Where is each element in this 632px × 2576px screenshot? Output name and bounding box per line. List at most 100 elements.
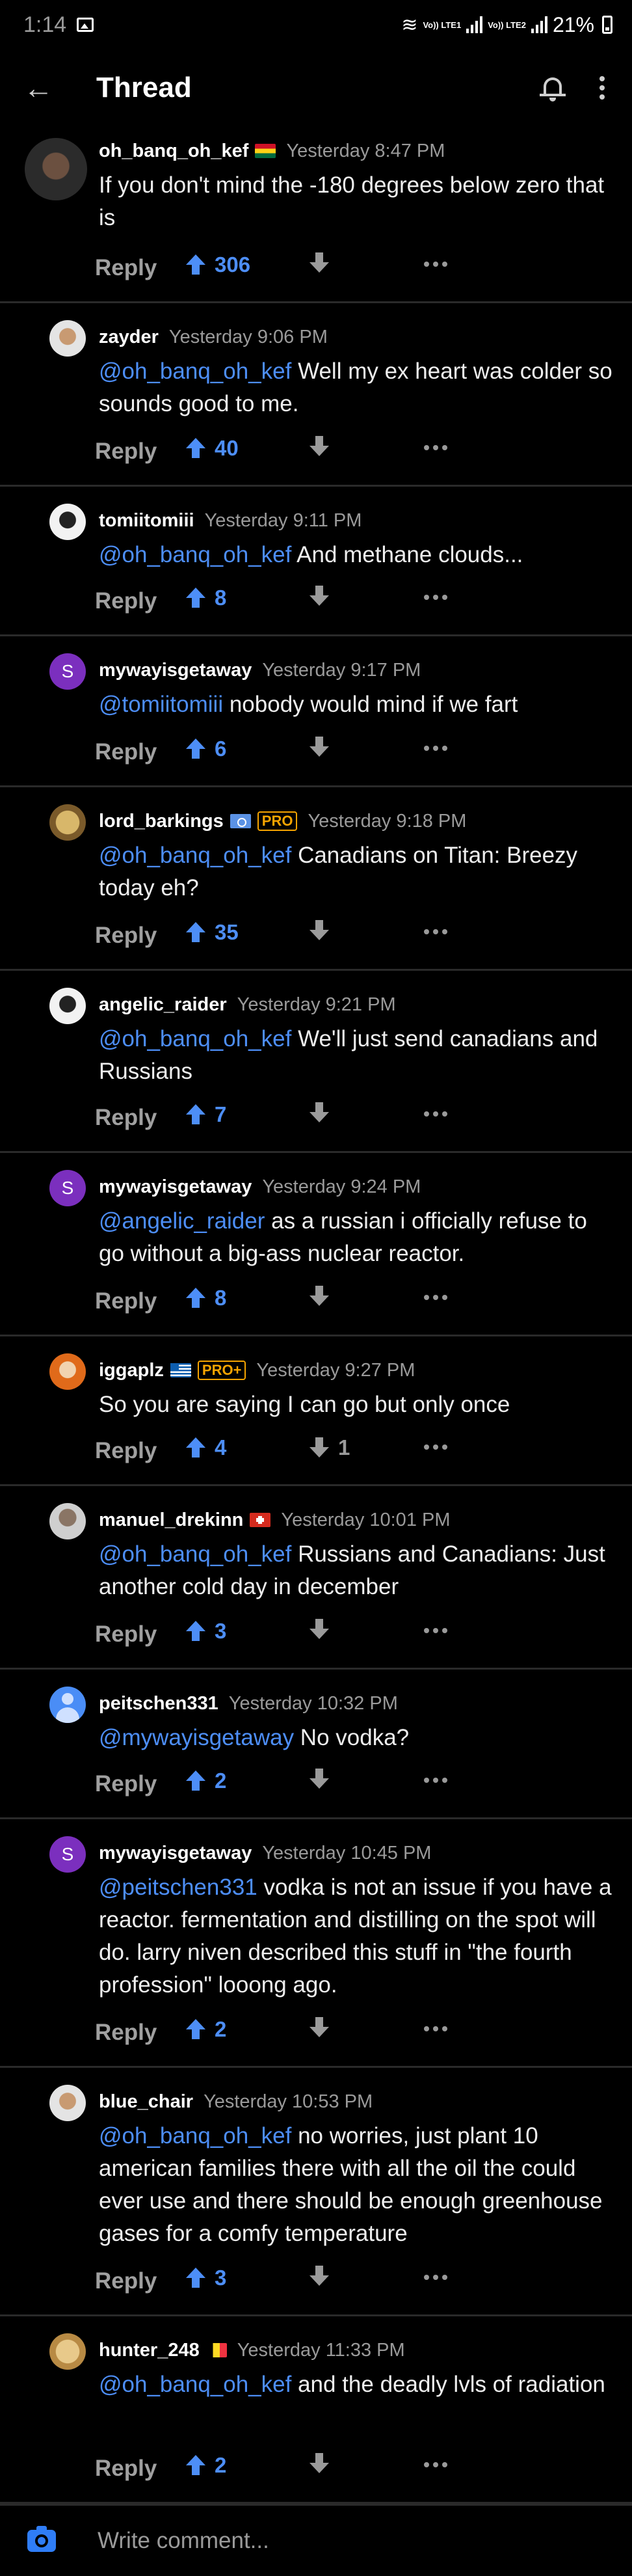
downvote-button[interactable] bbox=[309, 2017, 329, 2038]
upvote-button[interactable]: 35 bbox=[186, 920, 239, 945]
camera-icon[interactable] bbox=[27, 2526, 56, 2552]
mention-link[interactable]: @oh_banq_oh_kef bbox=[99, 359, 291, 384]
username[interactable]: oh_banq_oh_kef bbox=[99, 141, 248, 162]
username[interactable]: manuel_drekinn bbox=[99, 1510, 243, 1531]
reply-button[interactable]: Reply bbox=[95, 923, 157, 949]
downvote-button[interactable] bbox=[309, 1102, 329, 1123]
avatar[interactable] bbox=[25, 138, 87, 200]
upvote-button[interactable]: 2 bbox=[186, 2017, 226, 2042]
reply-button[interactable]: Reply bbox=[95, 2456, 157, 2482]
upvote-button[interactable]: 6 bbox=[186, 737, 226, 761]
more-options-icon[interactable] bbox=[424, 1628, 447, 1633]
avatar[interactable] bbox=[49, 320, 86, 357]
reply-button[interactable]: Reply bbox=[95, 1621, 157, 1647]
mention-link[interactable]: @oh_banq_oh_kef bbox=[99, 542, 291, 567]
username[interactable]: mywayisgetaway bbox=[99, 1176, 252, 1198]
upvote-button[interactable]: 3 bbox=[186, 2266, 226, 2290]
reply-button[interactable]: Reply bbox=[95, 2020, 157, 2046]
username[interactable]: mywayisgetaway bbox=[99, 660, 252, 681]
username[interactable]: lord_barkings bbox=[99, 811, 224, 832]
mention-link[interactable]: @oh_banq_oh_kef bbox=[99, 2123, 291, 2149]
more-options-icon[interactable] bbox=[424, 746, 447, 751]
avatar[interactable] bbox=[49, 2333, 86, 2370]
back-arrow-icon[interactable]: ← bbox=[23, 70, 62, 105]
more-options-icon[interactable] bbox=[424, 2462, 447, 2467]
upvote-button[interactable]: 4 bbox=[186, 1435, 226, 1460]
avatar[interactable]: S bbox=[49, 653, 86, 690]
avatar[interactable] bbox=[49, 1353, 86, 1390]
avatar[interactable] bbox=[49, 804, 86, 841]
reply-button[interactable]: Reply bbox=[95, 1438, 157, 1464]
avatar[interactable] bbox=[49, 988, 86, 1024]
upvote-count: 6 bbox=[215, 737, 227, 761]
mention-link[interactable]: @mywayisgetaway bbox=[99, 1725, 294, 1750]
downvote-button[interactable] bbox=[309, 737, 329, 757]
reply-button[interactable]: Reply bbox=[95, 739, 157, 765]
more-options-icon[interactable] bbox=[424, 262, 447, 267]
downvote-button[interactable] bbox=[309, 920, 329, 941]
username[interactable]: zayder bbox=[99, 327, 159, 348]
more-options-icon[interactable] bbox=[596, 76, 609, 100]
downvote-button[interactable] bbox=[309, 1769, 329, 1789]
reply-button[interactable]: Reply bbox=[95, 2268, 157, 2294]
comment-header: angelic_raider Yesterday 9:21 PM bbox=[99, 992, 396, 1018]
mention-link[interactable]: @peitschen331 bbox=[99, 1875, 257, 1900]
username[interactable]: blue_chair bbox=[99, 2091, 193, 2113]
bell-icon[interactable] bbox=[538, 74, 567, 102]
downvote-button[interactable]: 1 bbox=[309, 1435, 350, 1460]
comment-input[interactable]: Write comment... bbox=[98, 2528, 269, 2554]
more-options-icon[interactable] bbox=[424, 1111, 447, 1117]
downvote-button[interactable] bbox=[309, 1619, 329, 1640]
reply-button[interactable]: Reply bbox=[95, 255, 157, 281]
downvote-button[interactable] bbox=[309, 252, 329, 273]
mention-link[interactable]: @angelic_raider bbox=[99, 1208, 265, 1234]
more-options-icon[interactable] bbox=[424, 2275, 447, 2280]
upvote-button[interactable]: 3 bbox=[186, 1619, 226, 1644]
mention-link[interactable]: @oh_banq_oh_kef bbox=[99, 1541, 291, 1567]
comment-text: @oh_banq_oh_kef and the deadly lvls of r… bbox=[99, 2368, 612, 2401]
downvote-button[interactable] bbox=[309, 1286, 329, 1307]
username[interactable]: hunter_248 bbox=[99, 2340, 200, 2361]
comment-composer[interactable]: Write comment... bbox=[0, 2504, 632, 2576]
mention-link[interactable]: @tomiitomiii bbox=[99, 692, 223, 717]
upvote-button[interactable]: 7 bbox=[186, 1102, 226, 1127]
avatar[interactable]: S bbox=[49, 1170, 86, 1206]
comment-header: mywayisgetaway Yesterday 9:17 PM bbox=[99, 657, 421, 683]
more-options-icon[interactable] bbox=[424, 595, 447, 600]
reply-button[interactable]: Reply bbox=[95, 1771, 157, 1797]
username[interactable]: mywayisgetaway bbox=[99, 1843, 252, 1864]
downvote-button[interactable] bbox=[309, 586, 329, 606]
timestamp: Yesterday 9:21 PM bbox=[237, 994, 396, 1015]
mention-link[interactable]: @oh_banq_oh_kef bbox=[99, 2372, 291, 2397]
avatar[interactable] bbox=[49, 2085, 86, 2121]
upvote-button[interactable]: 8 bbox=[186, 1286, 226, 1310]
more-options-icon[interactable] bbox=[424, 929, 447, 934]
mention-link[interactable]: @oh_banq_oh_kef bbox=[99, 1026, 291, 1051]
more-options-icon[interactable] bbox=[424, 445, 447, 450]
more-options-icon[interactable] bbox=[424, 1295, 447, 1300]
username[interactable]: angelic_raider bbox=[99, 994, 227, 1016]
username[interactable]: iggaplz bbox=[99, 1360, 164, 1381]
username[interactable]: tomiitomiii bbox=[99, 510, 194, 532]
avatar[interactable] bbox=[49, 1687, 86, 1723]
username[interactable]: peitschen331 bbox=[99, 1693, 218, 1715]
upvote-button[interactable]: 2 bbox=[186, 2453, 226, 2478]
upvote-button[interactable]: 40 bbox=[186, 436, 239, 461]
upvote-button[interactable]: 8 bbox=[186, 586, 226, 610]
reply-button[interactable]: Reply bbox=[95, 439, 157, 465]
downvote-button[interactable] bbox=[309, 2453, 329, 2474]
downvote-button[interactable] bbox=[309, 436, 329, 457]
more-options-icon[interactable] bbox=[424, 1778, 447, 1783]
upvote-button[interactable]: 306 bbox=[186, 252, 250, 277]
more-options-icon[interactable] bbox=[424, 1444, 447, 1450]
avatar[interactable] bbox=[49, 1503, 86, 1539]
reply-button[interactable]: Reply bbox=[95, 1288, 157, 1314]
reply-button[interactable]: Reply bbox=[95, 588, 157, 614]
avatar[interactable]: S bbox=[49, 1836, 86, 1873]
reply-button[interactable]: Reply bbox=[95, 1105, 157, 1131]
downvote-button[interactable] bbox=[309, 2266, 329, 2286]
more-options-icon[interactable] bbox=[424, 2026, 447, 2031]
upvote-button[interactable]: 2 bbox=[186, 1769, 226, 1793]
avatar[interactable] bbox=[49, 504, 86, 540]
mention-link[interactable]: @oh_banq_oh_kef bbox=[99, 843, 291, 868]
